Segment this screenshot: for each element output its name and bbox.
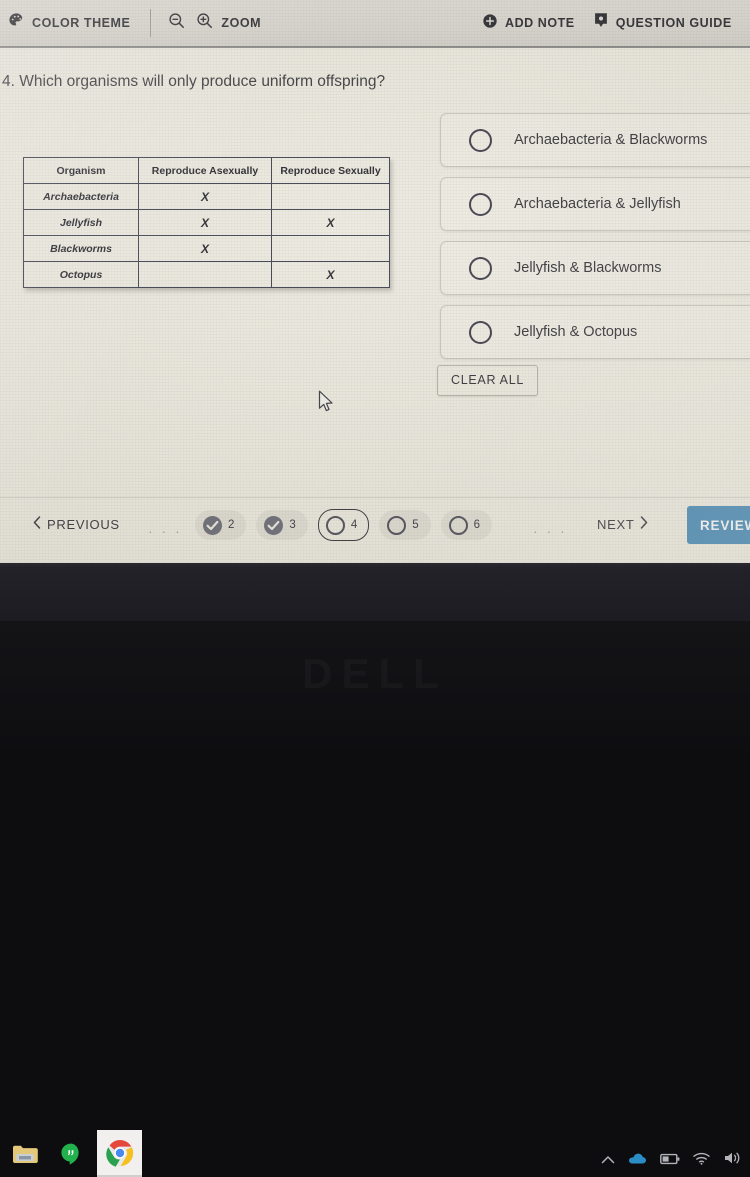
color-theme-button[interactable]: COLOR THEME [8, 12, 130, 34]
page-indicator-4-current[interactable]: 4 [318, 509, 369, 541]
color-theme-label: COLOR THEME [32, 16, 130, 30]
table-cell-asexual [139, 262, 272, 288]
radio-button-icon[interactable] [469, 129, 492, 152]
add-note-icon [482, 13, 498, 34]
page-number: 5 [412, 519, 418, 531]
answer-option-label: Archaebacteria & Jellyfish [514, 196, 681, 212]
table-cell-sexual: X [272, 210, 390, 236]
file-explorer-icon[interactable] [6, 1135, 44, 1173]
zoom-in-button[interactable]: ZOOM [195, 11, 261, 35]
circle-icon [387, 516, 406, 535]
table-cell-sexual: X [272, 262, 390, 288]
answer-option-3[interactable]: Jellyfish & Blackworms [440, 241, 750, 295]
circle-icon [449, 516, 468, 535]
hangouts-icon[interactable] [52, 1135, 90, 1173]
page-number: 3 [289, 519, 295, 531]
question-body: Which organisms will only produce unifor… [19, 73, 385, 90]
next-label: NEXT [597, 517, 634, 532]
table-row: Blackworms X [24, 236, 390, 262]
table-cell-organism: Octopus [24, 262, 139, 288]
answer-option-label: Archaebacteria & Blackworms [514, 132, 707, 148]
pager-ellipsis-right: · · · [533, 523, 567, 539]
photo-of-laptop-screen: COLOR THEME [0, 0, 750, 750]
radio-button-icon[interactable] [469, 193, 492, 216]
zoom-out-button[interactable] [167, 11, 186, 35]
zoom-out-icon [167, 11, 186, 35]
pager-ellipsis-left: · · · [148, 523, 182, 539]
review-button[interactable]: REVIEW [687, 506, 750, 544]
answer-option-label: Jellyfish & Octopus [514, 324, 637, 340]
circle-icon [326, 516, 345, 535]
radio-button-icon[interactable] [469, 321, 492, 344]
page-indicator-3[interactable]: 3 [256, 510, 307, 540]
table-cell-sexual [272, 184, 390, 210]
answer-option-2[interactable]: Archaebacteria & Jellyfish [440, 177, 750, 231]
question-text: 4. Which organisms will only produce uni… [2, 70, 394, 93]
answer-option-4[interactable]: Jellyfish & Octopus [440, 305, 750, 359]
table-cell-asexual: X [139, 236, 272, 262]
laptop-screen: COLOR THEME [0, 0, 750, 563]
palette-icon [8, 12, 25, 34]
toolbar-bottom-rule [0, 46, 750, 48]
table-header-cell: Reproduce Sexually [272, 158, 390, 184]
radio-button-icon[interactable] [469, 257, 492, 280]
table-cell-sexual [272, 236, 390, 262]
add-note-button[interactable]: ADD NOTE [482, 13, 575, 34]
previous-label: PREVIOUS [47, 517, 120, 532]
system-tray [601, 1151, 742, 1170]
table-cell-asexual: X [139, 210, 272, 236]
clear-all-button[interactable]: CLEAR ALL [437, 365, 538, 396]
zoom-in-icon [195, 11, 214, 35]
answer-options-list: Archaebacteria & Blackworms Archaebacter… [440, 113, 750, 369]
table-cell-organism: Blackworms [24, 236, 139, 262]
question-guide-icon [593, 12, 609, 34]
page-number: 4 [351, 519, 357, 531]
table-cell-organism: Archaebacteria [24, 184, 139, 210]
table-header-cell: Reproduce Asexually [139, 158, 272, 184]
page-number: 2 [228, 519, 234, 531]
chevron-right-icon [640, 516, 648, 532]
table-header-cell: Organism [24, 158, 139, 184]
onedrive-cloud-icon[interactable] [628, 1152, 647, 1170]
table-row: Jellyfish X X [24, 210, 390, 236]
battery-icon[interactable] [660, 1152, 680, 1170]
chevron-up-icon[interactable] [601, 1152, 615, 1170]
table-row: Archaebacteria X [24, 184, 390, 210]
page-indicator-list: 2 3 4 5 [195, 509, 492, 541]
question-navigation-bar: PREVIOUS · · · 2 3 [0, 497, 750, 563]
page-indicator-6[interactable]: 6 [441, 510, 492, 540]
check-icon [264, 516, 283, 535]
laptop-brand-logo: DELL [0, 650, 750, 698]
check-icon [203, 516, 222, 535]
next-button[interactable]: NEXT [597, 516, 648, 532]
mouse-cursor [318, 390, 335, 419]
table-row: Octopus X [24, 262, 390, 288]
chevron-left-icon [33, 516, 41, 532]
table-cell-organism: Jellyfish [24, 210, 139, 236]
volume-icon[interactable] [724, 1151, 742, 1170]
os-taskbar [0, 563, 750, 621]
previous-button[interactable]: PREVIOUS [33, 516, 120, 532]
chrome-icon[interactable] [97, 1130, 142, 1177]
question-number: 4. [2, 73, 15, 90]
answer-option-label: Jellyfish & Blackworms [514, 260, 661, 276]
add-note-label: ADD NOTE [505, 16, 575, 30]
table-cell-asexual: X [139, 184, 272, 210]
page-number: 6 [474, 519, 480, 531]
question-guide-label: QUESTION GUIDE [616, 16, 732, 30]
zoom-label: ZOOM [221, 16, 261, 30]
wifi-icon[interactable] [693, 1152, 711, 1170]
organism-table: Organism Reproduce Asexually Reproduce S… [23, 157, 390, 288]
table-header-row: Organism Reproduce Asexually Reproduce S… [24, 158, 390, 184]
page-indicator-5[interactable]: 5 [379, 510, 430, 540]
question-content-area: 4. Which organisms will only produce uni… [0, 47, 750, 497]
question-guide-button[interactable]: QUESTION GUIDE [593, 12, 732, 34]
toolbar-divider [150, 9, 151, 37]
app-toolbar: COLOR THEME [0, 0, 750, 47]
page-indicator-2[interactable]: 2 [195, 510, 246, 540]
answer-option-1[interactable]: Archaebacteria & Blackworms [440, 113, 750, 167]
